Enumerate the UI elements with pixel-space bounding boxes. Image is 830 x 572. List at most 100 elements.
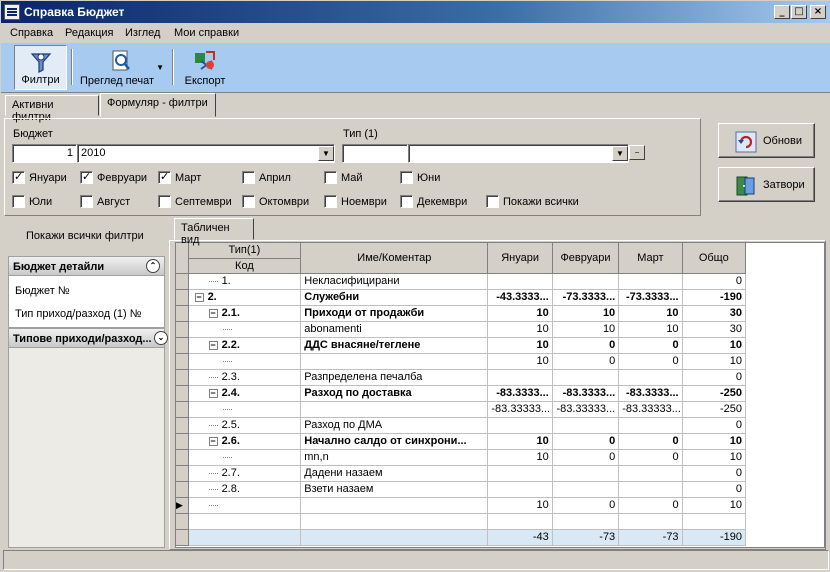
dropdown-arrow-icon[interactable]: ▼	[156, 63, 164, 72]
checkbox-april[interactable]: Април	[242, 171, 291, 185]
type-name-field[interactable]: ▼	[408, 144, 629, 163]
checkbox-march[interactable]: Март	[158, 170, 201, 185]
table-row[interactable]: abonamenti 10 10 10 30	[176, 321, 747, 338]
cell-name: ДДС внасяне/теглене	[300, 337, 489, 354]
cell-code	[188, 353, 302, 370]
cell-m1: -43.3333...	[487, 289, 553, 306]
header-february[interactable]: Февруари	[552, 243, 620, 274]
table-row[interactable]: −2. Служебни -43.3333... -73.3333... -73.333…	[176, 289, 747, 306]
collapse-tree-icon[interactable]: −	[208, 437, 218, 446]
table-row[interactable]: −2.2. ДДС внасяне/теглене 10 0 0 10	[176, 337, 747, 354]
show-all-filters-link[interactable]: Покажи всички филтри	[26, 230, 144, 242]
cell-code: −2.	[188, 289, 302, 306]
table-row[interactable]: 1. Некласифицирани 0	[176, 273, 747, 290]
minimize-button[interactable]: _	[774, 5, 790, 19]
table-row[interactable]: −2.1. Приходи от продажби 10 10 10 30	[176, 305, 747, 322]
checkbox-may[interactable]: Май	[324, 171, 363, 185]
header-january[interactable]: Януари	[487, 243, 553, 274]
cell-name: Взети назаем	[300, 481, 489, 498]
exit-door-icon	[736, 176, 755, 196]
collapse-tree-icon[interactable]: −	[208, 341, 218, 350]
tab-table-view[interactable]: Табличен вид	[174, 218, 254, 246]
close-window-button[interactable]: ×	[810, 5, 826, 19]
clear-type-button[interactable]: −	[629, 145, 645, 160]
export-button[interactable]: Експорт	[179, 45, 231, 90]
toolbar-separator	[172, 49, 174, 85]
refresh-button[interactable]: Обнови	[718, 123, 815, 158]
table-row[interactable]: 10 0 0 10	[176, 353, 747, 370]
menu-spravka[interactable]: Справка	[10, 27, 53, 39]
menu-izgled[interactable]: Изглед	[125, 27, 160, 39]
type-code-field[interactable]	[342, 144, 408, 163]
filter-tabs: Активни филтри Формуляр - филтри	[5, 93, 705, 123]
checkbox-august[interactable]: Август	[80, 195, 130, 209]
table-row[interactable]: −2.6. Начално салдо от синхрони... 10 0 0 10	[176, 433, 747, 450]
total-february: -73	[552, 529, 620, 546]
header-code[interactable]: Код	[188, 258, 302, 274]
checkbox-november[interactable]: Ноември	[324, 195, 387, 209]
close-button[interactable]: Затвори	[718, 167, 815, 202]
tab-active-filters[interactable]: Активни филтри	[5, 95, 99, 123]
tab-form-filters[interactable]: Формуляр - филтри	[100, 93, 216, 117]
grid-area: Табличен вид Тип(1) Име/Коментар Януари …	[169, 218, 826, 550]
maximize-button[interactable]: □	[791, 5, 807, 19]
checkbox-show-all[interactable]: Покажи всички	[486, 195, 579, 209]
checkbox-october[interactable]: Октомври	[242, 195, 309, 209]
checkbox-september[interactable]: Септември	[158, 195, 232, 209]
app-icon	[4, 4, 20, 20]
header-type[interactable]: Тип(1)	[188, 243, 302, 259]
table-row[interactable]: 2.8. Взети назаем 0	[176, 481, 747, 498]
cell-total: 10	[682, 353, 747, 370]
cell-m2: -83.33333...	[552, 401, 620, 418]
checkbox-june[interactable]: Юни	[400, 171, 440, 185]
table-row[interactable]: 2.7. Дадени назаем 0	[176, 465, 747, 482]
tree-line	[208, 504, 218, 506]
cell-code: 2.3.	[188, 369, 302, 386]
expand-icon[interactable]: ⌄	[154, 331, 168, 345]
print-preview-button[interactable]: Преглед печат ▼	[76, 45, 166, 90]
filter-item-type[interactable]: Тип приход/разход (1) №	[15, 308, 142, 320]
tree-line	[222, 408, 232, 410]
collapse-icon[interactable]: ⌃	[146, 259, 160, 273]
collapse-tree-icon[interactable]: −	[194, 293, 204, 302]
table-row[interactable]: 2.3. Разпределена печалба 0	[176, 369, 747, 386]
cell-total: 0	[682, 369, 747, 386]
menu-moi-spravki[interactable]: Мои справки	[174, 27, 239, 39]
checkbox-february[interactable]: Февруари	[80, 170, 147, 185]
cell-total: 10	[682, 497, 747, 514]
table-row[interactable]: mn,n 10 0 0 10	[176, 449, 747, 466]
header-name[interactable]: Име/Коментар	[300, 243, 489, 274]
cell-m1: -83.3333...	[487, 385, 553, 402]
table-row[interactable]: ▶ 10 0 0 10	[176, 497, 747, 514]
header-total[interactable]: Общо	[682, 243, 747, 274]
budget-code-field[interactable]: 1	[12, 144, 77, 163]
budget-name-field[interactable]: 2010 ▼	[77, 144, 335, 163]
filter-panel: Бюджет 1 2010 ▼ Тип (1) ▼ − Януари Февру…	[4, 118, 701, 216]
app-window: Справка Бюджет _ □ × Справка Редакция Из…	[0, 0, 830, 572]
cell-m3: -83.33333...	[618, 401, 683, 418]
group-types-header[interactable]: Типове приходи/разход... ⌄	[8, 328, 168, 348]
checkbox-july[interactable]: Юли	[12, 195, 52, 209]
cell-m2: 0	[552, 433, 620, 450]
collapse-tree-icon[interactable]: −	[208, 389, 218, 398]
filters-button[interactable]: Филтри	[14, 45, 67, 90]
checkbox-january[interactable]: Януари	[12, 170, 67, 185]
data-grid[interactable]: Тип(1) Име/Коментар Януари Февруари Март…	[175, 242, 825, 548]
cell-code: 2.5.	[188, 417, 302, 434]
filter-item-budget-no[interactable]: Бюджет №	[15, 285, 70, 297]
group-budget-details-header[interactable]: Бюджет детайли ⌃	[8, 256, 165, 276]
table-row[interactable]: -83.33333... -83.33333... -83.33333... -250	[176, 401, 747, 418]
cell-m1	[487, 369, 553, 386]
budget-dropdown-icon[interactable]: ▼	[318, 146, 334, 161]
header-march[interactable]: Март	[618, 243, 683, 274]
collapse-tree-icon[interactable]: −	[208, 309, 218, 318]
cell-m1: 10	[487, 449, 553, 466]
window-title: Справка Бюджет	[24, 5, 125, 19]
checkbox-december[interactable]: Декември	[400, 195, 467, 209]
table-row[interactable]: 2.5. Разход по ДМА 0	[176, 417, 747, 434]
table-row[interactable]: −2.4. Разход по доставка -83.3333... -83.33…	[176, 385, 747, 402]
menu-redakcia[interactable]: Редакция	[65, 27, 113, 39]
tree-line	[222, 360, 232, 362]
type-dropdown-icon[interactable]: ▼	[612, 146, 628, 161]
export-icon	[195, 51, 215, 70]
